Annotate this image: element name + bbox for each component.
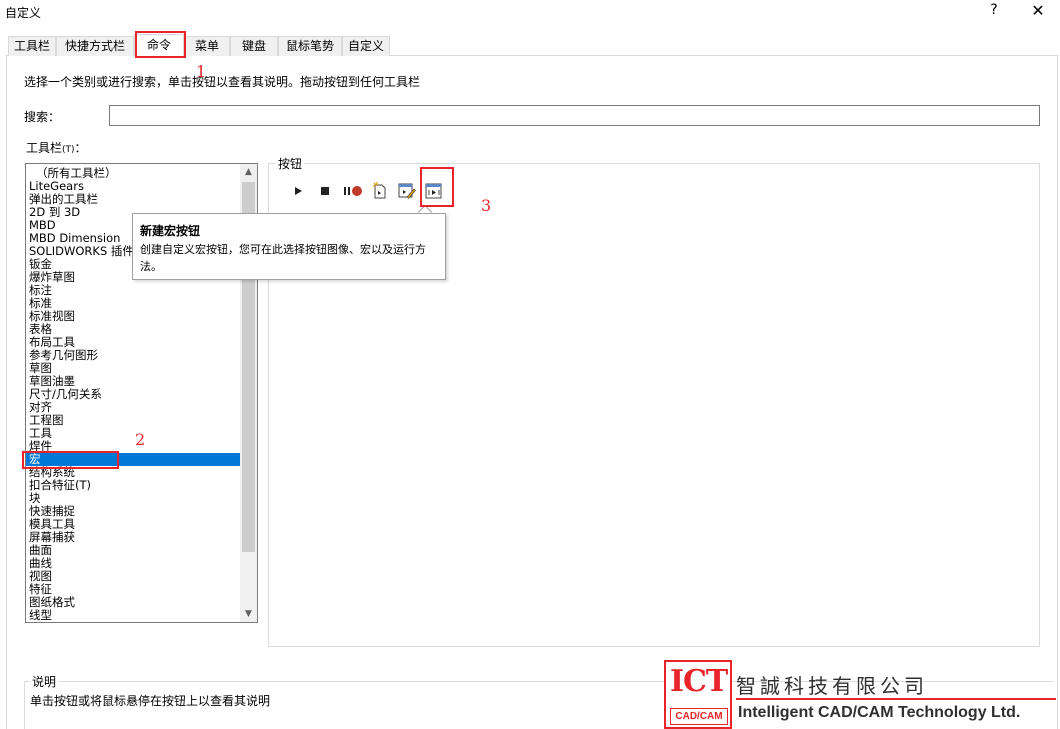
toolbar-list-item[interactable]: 屏幕捕获 (26, 531, 241, 544)
scroll-up-arrow-icon[interactable]: ▲ (240, 164, 257, 180)
annotation-box-macro-item (22, 451, 119, 469)
toolbar-list-item[interactable]: 工具 (26, 427, 241, 440)
toolbar-list-item[interactable]: 尺寸/几何关系 (26, 388, 241, 401)
tab-mouse-gestures[interactable]: 鼠标笔势 (278, 36, 342, 56)
toolbars-label-accel: (T) (62, 145, 75, 155)
company-watermark: ICT CAD/CAM 智誠科技有限公司 Intelligent CAD/CAM… (664, 660, 1056, 729)
toolbar-list-item[interactable]: 工程图 (26, 414, 241, 427)
search-input[interactable] (109, 105, 1040, 126)
toolbar-list-item[interactable]: 视图 (26, 570, 241, 583)
help-icon[interactable]: ? (987, 2, 1001, 18)
annotation-number-1: 1 (196, 62, 207, 81)
toolbars-label-text: 工具栏 (26, 141, 63, 155)
toolbar-list-item[interactable]: LiteGears (26, 180, 241, 193)
toolbar-list-item[interactable]: 块 (26, 492, 241, 505)
tab-toolbars[interactable]: 工具栏 (8, 36, 56, 56)
annotation-number-3: 3 (481, 196, 492, 215)
toolbar-list-item[interactable]: 布局工具 (26, 336, 241, 349)
tab-menus[interactable]: 菜单 (184, 36, 230, 56)
toolbar-list-item[interactable]: 标注 (26, 284, 241, 297)
tab-shortcut-bars[interactable]: 快捷方式栏 (56, 36, 134, 56)
record-pause-macro-icon[interactable] (342, 181, 366, 201)
buttons-group-label: 按钮 (276, 155, 305, 172)
window-title: 自定义 (5, 6, 42, 20)
tab-keyboard[interactable]: 键盘 (230, 36, 278, 56)
watermark-company-en: Intelligent CAD/CAM Technology Ltd. (738, 704, 1021, 721)
description-text: 单击按钮或将鼠标悬停在按钮上以查看其说明 (30, 694, 271, 708)
toolbar-list-item[interactable]: 草图 (26, 362, 241, 375)
scroll-down-arrow-icon[interactable]: ▼ (240, 606, 257, 622)
toolbar-list-item[interactable]: 表格 (26, 323, 241, 336)
tooltip-body: 创建自定义宏按钮，您可在此选择按钮图像、宏以及运行方法。 (140, 243, 426, 273)
description-label: 说明 (30, 673, 59, 690)
watermark-logo-sub: CAD/CAM (670, 708, 728, 725)
instructions-text: 选择一个类别或进行搜索，单击按钮以查看其说明。拖动按钮到任何工具栏 (24, 75, 421, 89)
toolbar-list-item[interactable]: 标准 (26, 297, 241, 310)
annotation-box-commands-tab (135, 31, 186, 58)
toolbar-list-item[interactable]: 标准视图 (26, 310, 241, 323)
toolbar-list-item[interactable]: 曲面 (26, 544, 241, 557)
run-macro-icon[interactable] (288, 181, 308, 201)
watermark-rule (736, 698, 1056, 700)
toolbar-list-item[interactable]: 线型 (26, 609, 241, 622)
watermark-company-cn: 智誠科技有限公司 (736, 674, 928, 698)
close-icon[interactable]: ✕ (1030, 1, 1046, 20)
toolbar-list-item[interactable]: 对齐 (26, 401, 241, 414)
annotation-number-2: 2 (135, 430, 146, 449)
toolbar-list-item[interactable]: （所有工具栏） (26, 167, 241, 180)
tooltip-title: 新建宏按钮 (140, 224, 201, 238)
tooltip: 新建宏按钮 创建自定义宏按钮，您可在此选择按钮图像、宏以及运行方法。 (132, 213, 446, 280)
watermark-logo: ICT CAD/CAM (664, 660, 732, 729)
stop-macro-icon[interactable] (315, 181, 335, 201)
edit-macro-icon[interactable] (397, 181, 417, 201)
toolbars-label-colon: ： (74, 141, 87, 155)
toolbar-list-item[interactable]: 图纸格式 (26, 596, 241, 609)
toolbar-list-item[interactable]: 参考几何图形 (26, 349, 241, 362)
watermark-logo-text: ICT (670, 664, 728, 699)
tab-customization[interactable]: 自定义 (342, 36, 390, 56)
toolbar-list-item[interactable]: 扣合特征(T) (26, 479, 241, 492)
toolbar-list-item[interactable]: 特征 (26, 583, 241, 596)
toolbar-list-item[interactable]: 弹出的工具栏 (26, 193, 241, 206)
toolbar-list-item[interactable]: 草图油墨 (26, 375, 241, 388)
new-macro-icon[interactable] (370, 181, 390, 201)
toolbars-label: 工具栏(T)： (26, 139, 87, 156)
toolbar-list-item[interactable]: 快速捕捉 (26, 505, 241, 518)
toolbar-list-item[interactable]: 曲线 (26, 557, 241, 570)
search-label: 搜索： (24, 110, 61, 124)
toolbar-list-item[interactable]: 模具工具 (26, 518, 241, 531)
annotation-box-new-macro-button (420, 167, 454, 207)
title-bar: 自定义 ? ✕ (0, 0, 1060, 26)
